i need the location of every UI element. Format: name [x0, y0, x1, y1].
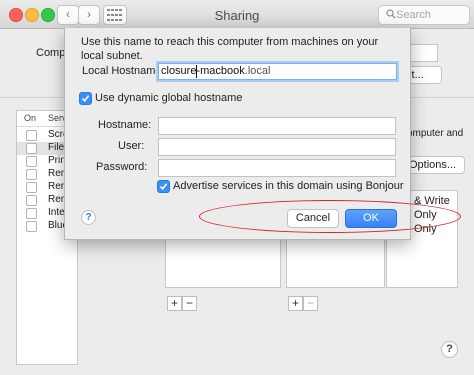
local-hostname-value: closure-macbook.local: [161, 65, 271, 77]
cancel-button[interactable]: Cancel: [287, 209, 339, 228]
service-checkbox[interactable]: [26, 208, 37, 219]
options-button[interactable]: Options...: [402, 156, 465, 174]
advertise-bonjour-checkbox[interactable]: [157, 180, 170, 193]
service-checkbox[interactable]: [26, 182, 37, 193]
ok-button[interactable]: OK: [345, 209, 397, 228]
sheet-description: Use this name to reach this computer fro…: [81, 36, 379, 62]
remove-folder-button[interactable]: −: [182, 296, 197, 311]
options-button-label: Options...: [409, 159, 457, 171]
service-checkbox[interactable]: [26, 221, 37, 232]
hostname-label: Hostname:: [98, 119, 152, 131]
cancel-button-label: Cancel: [295, 212, 331, 224]
column-on: On: [24, 113, 37, 123]
advanced-hostname-sheet: Use this name to reach this computer fro…: [64, 28, 461, 240]
help-icon[interactable]: ?: [81, 210, 96, 225]
dynamic-hostname-label: Use dynamic global hostname: [95, 92, 243, 104]
checkmark-icon: [159, 183, 168, 191]
service-checkbox[interactable]: [26, 169, 37, 180]
service-checkbox[interactable]: [26, 130, 37, 141]
local-hostname-input[interactable]: closure-macbook.local: [158, 63, 397, 80]
title-bar: ‹ › Sharing Search: [0, 0, 474, 29]
password-input[interactable]: [158, 159, 396, 177]
magnifier-icon: [386, 9, 396, 19]
ok-button-label: OK: [363, 212, 379, 224]
local-hostname-label: Local Hostname:: [82, 65, 165, 77]
help-icon[interactable]: ?: [441, 341, 458, 358]
service-checkbox[interactable]: [26, 195, 37, 206]
advertise-bonjour-label: Advertise services in this domain using …: [173, 180, 404, 192]
dynamic-hostname-checkbox[interactable]: [79, 92, 92, 105]
checkmark-icon: [81, 95, 90, 103]
user-label: User:: [118, 140, 145, 152]
sharing-description-fragment: computer and: [402, 128, 464, 139]
hostname-input[interactable]: [158, 117, 396, 135]
search-field[interactable]: Search: [378, 5, 470, 25]
add-folder-button[interactable]: +: [167, 296, 182, 311]
service-checkbox[interactable]: [26, 143, 37, 154]
add-user-button[interactable]: +: [288, 296, 303, 311]
service-checkbox[interactable]: [26, 156, 37, 167]
search-placeholder: Search: [396, 9, 431, 21]
remove-user-button[interactable]: −: [303, 296, 318, 311]
text-cursor: [196, 65, 197, 78]
password-label: Password:: [96, 161, 148, 173]
service-label: File: [48, 142, 65, 153]
user-input[interactable]: [158, 138, 396, 156]
